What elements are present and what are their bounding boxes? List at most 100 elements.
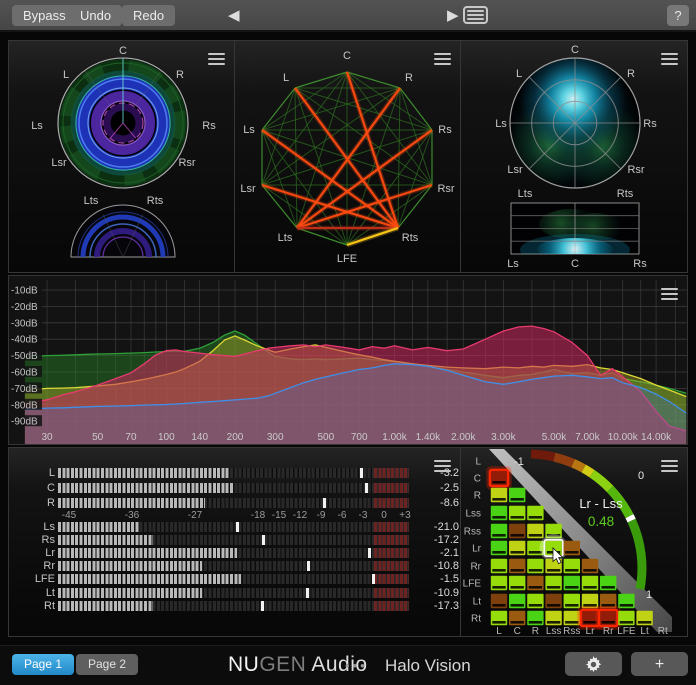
matrix-row-label: L [475, 457, 481, 468]
settings-button[interactable] [565, 652, 622, 676]
redo-button[interactable]: Redo [122, 5, 175, 26]
meter-channel-label: Rs [15, 534, 55, 546]
spectrum-freq-tick: 10.00k [608, 432, 639, 443]
meter-value: -17.3 [413, 600, 459, 612]
matrix-col-label: Rt [658, 626, 668, 636]
halo-pan-panel: CLRLsRsLsrRsrLtsRts [8, 40, 235, 273]
spectrum-freq-tick: 1.40k [416, 432, 441, 443]
matrix-col-label: L [496, 626, 502, 636]
halo-channel-label: Rsr [178, 157, 195, 169]
back-icon[interactable]: ◀ [228, 7, 240, 24]
spectrum-freq-tick: 2.00k [451, 432, 476, 443]
radar-channel-label: L [516, 68, 522, 80]
meter-peak-marker [261, 601, 264, 611]
meter-bar [58, 468, 409, 478]
spectrum-db-tick: -20dB [11, 302, 38, 313]
correlation-web-panel: CLRLsRsLsrRsrLtsRtsLFE [234, 40, 461, 273]
gauge-min-label: -1 [514, 456, 524, 468]
correlation-web-graphic: CLRLsRsLsrRsrLtsRtsLFE [235, 41, 460, 272]
halo-panel-menu-icon[interactable] [208, 50, 225, 68]
matrix-row-label: Lt [473, 597, 482, 608]
spectrum-freq-tick: 1.00k [382, 432, 407, 443]
matrix-row-label: Lss [465, 509, 481, 520]
meter-bar [58, 601, 409, 611]
logo-gen: GEN [259, 653, 306, 676]
radar-channel-label: Rsr [627, 164, 644, 176]
meter-peak-marker [368, 548, 371, 558]
meter-value: -10.8 [413, 560, 459, 572]
preset-list-icon[interactable] [463, 6, 488, 24]
halo-channel-label: R [176, 69, 184, 81]
web-channel-label: R [405, 72, 413, 84]
matrix-panel-menu-icon[interactable] [661, 457, 678, 475]
spectrum-freq-tick: 70 [125, 432, 137, 443]
matrix-row-label: Rss [464, 527, 481, 538]
meter-channel-label: R [15, 497, 55, 509]
add-module-button[interactable]: + [631, 652, 688, 676]
web-channel-label: L [283, 72, 289, 84]
radar-channel-label: Ls [495, 118, 507, 130]
radar-height-bottom-label: Ls [507, 258, 519, 270]
spectrum-db-tick: -40dB [11, 335, 38, 346]
meter-value: -2.1 [413, 547, 459, 559]
web-channel-label: Lts [278, 232, 293, 244]
correlation-matrix-graphic[interactable]: -101Lr - Lss0.48LCRLssRssLrRrLFELtRtLCRL… [461, 448, 687, 636]
level-meters: L-3.2C-2.5R-8.6Ls-21.0Rs-17.2Lr-2.1Rr-10… [9, 448, 460, 636]
help-button[interactable]: ? [667, 5, 689, 26]
meter-bar [58, 548, 409, 558]
meter-peak-marker [306, 588, 309, 598]
undo-button[interactable]: Undo [69, 5, 122, 26]
meter-channel-label: Lr [15, 547, 55, 559]
gauge-mid-label: 0 [638, 470, 644, 482]
meter-peak-marker [360, 468, 363, 478]
matrix-row-label: Rr [470, 562, 481, 573]
bypass-button[interactable]: Bypass [12, 5, 77, 26]
gauge-readout-pair: Lr - Lss [579, 496, 623, 511]
meter-channel-label: Rr [15, 560, 55, 572]
meter-bar [58, 561, 409, 571]
matrix-col-label: Lr [586, 626, 596, 636]
spectrum-analyzer-panel: -10dB-20dB-30dB-40dB-50dB-60dB-70dB-80dB… [8, 275, 688, 445]
matrix-col-label: Lss [546, 626, 562, 636]
page-1-button[interactable]: Page 1 [12, 654, 74, 675]
gauge-readout-value: 0.48 [588, 514, 614, 529]
meter-bar [58, 498, 409, 508]
spectrum-freq-tick: 7.00k [575, 432, 600, 443]
spectrum-db-tick: -30dB [11, 318, 38, 329]
spectrum-freq-tick: 300 [267, 432, 284, 443]
radar-channel-label: R [627, 68, 635, 80]
matrix-col-label: R [532, 626, 539, 636]
meters-panel-menu-icon[interactable] [434, 457, 451, 475]
web-panel-menu-icon[interactable] [434, 50, 451, 68]
meter-bar [58, 588, 409, 598]
spectrum-freq-tick: 30 [41, 432, 53, 443]
spectrum-freq-tick: 200 [227, 432, 244, 443]
spectrum-freq-tick: 700 [351, 432, 368, 443]
page-2-button[interactable]: Page 2 [76, 654, 138, 675]
sound-location-graphic: CLRLsRsLsrRsrLtsRtsLsCRs [461, 41, 687, 272]
halo-channel-label: Ls [31, 120, 43, 132]
play-icon[interactable]: ▶ [447, 7, 459, 24]
meter-peak-marker [372, 574, 375, 584]
level-meters-panel: L-3.2C-2.5R-8.6Ls-21.0Rs-17.2Lr-2.1Rr-10… [8, 447, 461, 637]
meter-channel-label: Lt [15, 587, 55, 599]
meter-bar [58, 483, 409, 493]
spectrum-db-tick: -10dB [11, 286, 38, 297]
meter-value: -21.0 [413, 521, 459, 533]
halo-channel-label: L [63, 69, 69, 81]
spectrum-freq-tick: 14.00k [641, 432, 672, 443]
spectrum-freq-tick: 100 [158, 432, 175, 443]
spectrum-panel-menu-icon[interactable] [661, 285, 678, 303]
web-channel-label: Ls [243, 124, 255, 136]
meter-value: -8.6 [413, 497, 459, 509]
radar-panel-menu-icon[interactable] [661, 50, 678, 68]
logo-dots: ••• [345, 658, 368, 673]
meter-value: -2.5 [413, 482, 459, 494]
spectrum-db-tick: -70dB [11, 384, 38, 395]
gauge-max-label: 1 [646, 589, 652, 601]
spectrum-chart: -10dB-20dB-30dB-40dB-50dB-60dB-70dB-80dB… [9, 276, 687, 444]
radar-height-bottom-label: C [571, 258, 579, 270]
meter-peak-marker [262, 535, 265, 545]
radar-channel-label: C [571, 44, 579, 56]
matrix-row-label: LFE [463, 579, 482, 590]
